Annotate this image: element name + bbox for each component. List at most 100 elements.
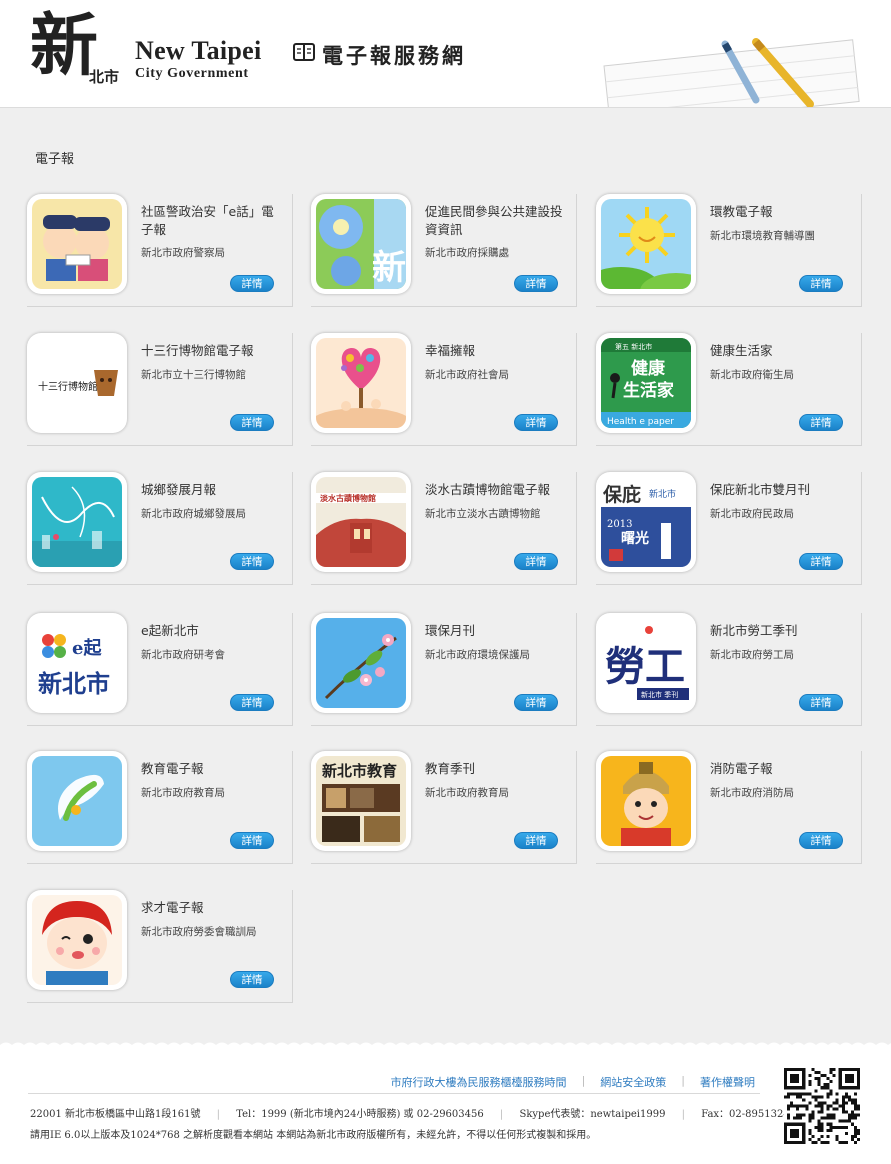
recruitment-mascot-image <box>32 895 122 985</box>
details-button[interactable]: 詳情 <box>514 275 558 292</box>
card-department: 新北市政府教育局 <box>425 787 509 799</box>
thumbnail[interactable] <box>311 333 411 433</box>
site-header: 新 北市 New Taipei City Government 電子報服務網 <box>0 0 891 108</box>
svg-text:新北市: 新北市 <box>649 488 676 500</box>
thumbnail[interactable]: e起 新北市 <box>27 613 127 713</box>
details-button[interactable]: 詳情 <box>230 971 274 988</box>
thumbnail[interactable]: 保庇 新北市 2013 曙光 <box>596 472 696 572</box>
card-title[interactable]: 消防電子報 <box>710 760 850 778</box>
heart-tree-image <box>316 338 406 428</box>
svg-text:健康: 健康 <box>631 358 666 379</box>
svg-text:十三行博物館: 十三行博物館 <box>38 380 98 393</box>
card-department: 新北市政府教育局 <box>141 787 225 799</box>
details-button[interactable]: 詳情 <box>230 694 274 711</box>
thumbnail[interactable]: 新北市教育 <box>311 751 411 851</box>
police-cartoon-image <box>32 199 122 289</box>
svg-text:新: 新 <box>372 248 406 288</box>
card-title[interactable]: 幸福擁報 <box>425 342 565 360</box>
thumbnail[interactable] <box>27 751 127 851</box>
thumbnail[interactable] <box>311 613 411 713</box>
details-button[interactable]: 詳情 <box>514 832 558 849</box>
details-button[interactable]: 詳情 <box>230 414 274 431</box>
details-button[interactable]: 詳情 <box>230 553 274 570</box>
e-newtaipei-logo-image: e起 新北市 <box>32 618 122 708</box>
details-button[interactable]: 詳情 <box>799 832 843 849</box>
health-life-image: 第五 新北市 健康 生活家 Health e paper <box>601 338 691 428</box>
sun-landscape-image <box>601 199 691 289</box>
card-department: 新北市政府採購處 <box>425 247 509 259</box>
card-title[interactable]: 環教電子報 <box>710 203 850 221</box>
card-department: 新北市環境教育輔導團 <box>710 230 815 242</box>
thumbnail[interactable]: 十三行博物館 <box>27 333 127 433</box>
logo-character: 新 <box>30 6 99 86</box>
education-quarterly-image: 新北市教育 <box>316 756 406 846</box>
site-title-chinese: 電子報服務網 <box>322 43 466 68</box>
card-title[interactable]: e起新北市 <box>141 622 281 640</box>
qr-code-icon <box>784 1068 860 1144</box>
education-leaf-image <box>32 756 122 846</box>
card-title[interactable]: 新北市勞工季刊 <box>710 622 850 640</box>
newsletter-card: 教育電子報 新北市政府教育局 詳情 <box>27 751 293 864</box>
svg-text:保庇: 保庇 <box>602 483 641 506</box>
card-title[interactable]: 促進民間參與公共建設投資資訊 <box>425 203 565 239</box>
thumbnail[interactable] <box>27 890 127 990</box>
flower-image: 新 <box>316 199 406 289</box>
thumbnail[interactable] <box>596 194 696 294</box>
details-button[interactable]: 詳情 <box>514 553 558 570</box>
thumbnail[interactable]: 淡水古蹟博物館 <box>311 472 411 572</box>
thumbnail[interactable] <box>27 194 127 294</box>
copyright-link[interactable]: 著作權聲明 <box>700 1074 755 1090</box>
card-department: 新北市政府環境保護局 <box>425 649 530 661</box>
details-button[interactable]: 詳情 <box>230 832 274 849</box>
newsletter-card: 消防電子報 新北市政府消防局 詳情 <box>596 751 862 864</box>
details-button[interactable]: 詳情 <box>514 694 558 711</box>
details-button[interactable]: 詳情 <box>799 414 843 431</box>
details-button[interactable]: 詳情 <box>230 275 274 292</box>
details-button[interactable]: 詳情 <box>799 694 843 711</box>
logo-subtext: 北市 <box>89 68 120 86</box>
newsletter-card: 淡水古蹟博物館 淡水古蹟博物館電子報 新北市立淡水古蹟博物館 詳情 <box>311 472 577 585</box>
card-title[interactable]: 環保月刊 <box>425 622 565 640</box>
card-title[interactable]: 教育季刊 <box>425 760 565 778</box>
blossom-branch-image <box>316 618 406 708</box>
svg-text:勞工: 勞工 <box>605 643 685 690</box>
newsletter-card: 求才電子報 新北市政府勞委會職訓局 詳情 <box>27 890 293 1003</box>
svg-text:e起: e起 <box>72 637 102 659</box>
newsletter-card: 新 促進民間參與公共建設投資資訊 新北市政府採購處 詳情 <box>311 194 577 307</box>
service-hours-link[interactable]: 市府行政大樓為民服務櫃檯服務時間 <box>391 1074 567 1090</box>
svg-text:曙光: 曙光 <box>621 530 649 547</box>
security-policy-link[interactable]: 網站安全政策 <box>600 1074 666 1090</box>
card-title[interactable]: 健康生活家 <box>710 342 850 360</box>
footer-links: 市府行政大樓為民服務櫃檯服務時間 | 網站安全政策 | 著作權聲明 <box>391 1074 755 1090</box>
card-department: 新北市政府消防局 <box>710 787 794 799</box>
card-title[interactable]: 保庇新北市雙月刊 <box>710 481 850 499</box>
details-button[interactable]: 詳情 <box>799 553 843 570</box>
thumbnail[interactable]: 新 <box>311 194 411 294</box>
thumbnail[interactable] <box>596 751 696 851</box>
site-subtitle-english: City Government <box>135 66 249 81</box>
card-title[interactable]: 淡水古蹟博物館電子報 <box>425 481 565 499</box>
card-title[interactable]: 城鄉發展月報 <box>141 481 281 499</box>
card-department: 新北市政府民政局 <box>710 508 794 520</box>
card-department: 新北市政府城鄉發展局 <box>141 508 246 520</box>
svg-text:新北市教育: 新北市教育 <box>322 762 397 780</box>
contact-info: 22001 新北市板橋區中山路1段161號 | Tel：1999 (新北市境內2… <box>30 1105 796 1120</box>
card-department: 新北市政府研考會 <box>141 649 225 661</box>
svg-text:2013: 2013 <box>607 519 632 530</box>
card-title[interactable]: 社區警政治安「e話」電子報 <box>141 203 281 239</box>
details-button[interactable]: 詳情 <box>799 275 843 292</box>
details-button[interactable]: 詳情 <box>514 414 558 431</box>
thumbnail[interactable]: 第五 新北市 健康 生活家 Health e paper <box>596 333 696 433</box>
newsletter-card: 環保月刊 新北市政府環境保護局 詳情 <box>311 613 577 726</box>
card-title[interactable]: 十三行博物館電子報 <box>141 342 281 360</box>
card-title[interactable]: 求才電子報 <box>141 899 281 917</box>
thumbnail[interactable] <box>27 472 127 572</box>
svg-text:Health e paper: Health e paper <box>607 417 674 427</box>
newsletter-card: 環教電子報 新北市環境教育輔導團 詳情 <box>596 194 862 307</box>
skype-text: Skype代表號：newtaipei1999 <box>519 1109 666 1120</box>
svg-text:新北市 季刊: 新北市 季刊 <box>641 690 678 699</box>
fax-text: Fax：02-89513246 <box>701 1109 797 1120</box>
card-title[interactable]: 教育電子報 <box>141 760 281 778</box>
browser-copyright-note: 請用IE 6.0以上版本及1024*768 之解析度觀看本網站 本網站為新北市政… <box>30 1130 597 1141</box>
thumbnail[interactable]: 勞工 新北市 季刊 <box>596 613 696 713</box>
